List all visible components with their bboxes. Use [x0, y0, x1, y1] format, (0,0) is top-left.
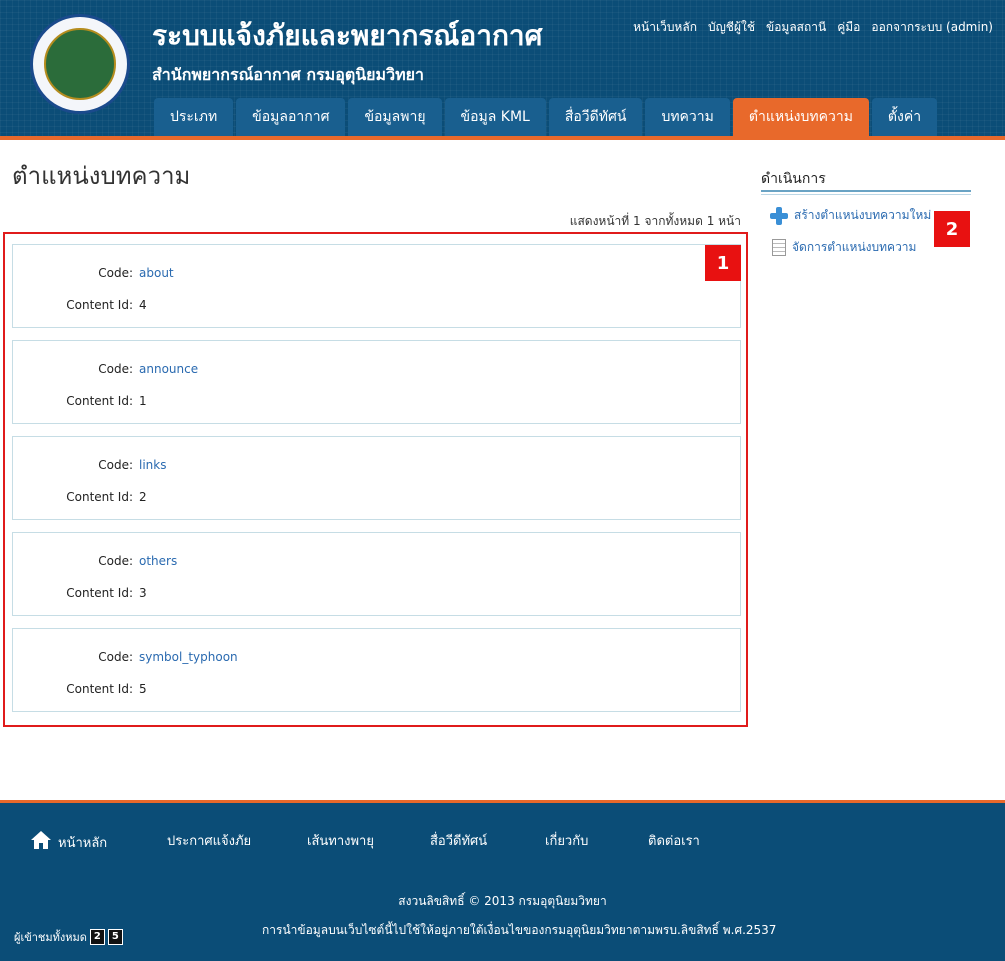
tab-settings[interactable]: ตั้งค่า [871, 98, 938, 136]
sidebar-item-create[interactable]: สร้างตำแหน่งบทความใหม่ [770, 206, 931, 225]
sidebar-item-manage[interactable]: จัดการตำแหน่งบทความ [772, 238, 916, 257]
copyright-text: สงวนลิขสิทธิ์ © 2013 กรมอุตุนิยมวิทยา [398, 894, 607, 908]
toplink-account[interactable]: บัญชีผู้ใช้ [708, 18, 755, 37]
visitor-counter: ผู้เข้าชมทั้งหมด 2 5 [14, 928, 123, 946]
annotation-badge-2: 2 [934, 211, 970, 247]
highlight-box-records [3, 232, 748, 727]
annotation-badge-1: 1 [705, 245, 741, 281]
home-icon [31, 831, 51, 849]
pager-summary: แสดงหน้าที่ 1 จากทั้งหมด 1 หน้า [569, 214, 741, 228]
footer-nav-warnings[interactable]: ประกาศแจ้งภัย [167, 830, 251, 851]
toplink-home[interactable]: หน้าเว็บหลัก [633, 18, 697, 37]
tab-kml-data[interactable]: ข้อมูล KML [444, 98, 546, 136]
site-footer: หน้าหลัก ประกาศแจ้งภัย เส้นทางพายุ สื่อว… [0, 803, 1005, 961]
page-title: ตำแหน่งบทความ [12, 162, 191, 190]
plus-icon [770, 206, 788, 225]
usage-notice: การนำข้อมูลบนเว็บไซต์นี้ไปใช้ให้อยู่ภายใ… [262, 923, 777, 937]
toplink-station[interactable]: ข้อมูลสถานี [766, 18, 826, 37]
tab-category[interactable]: ประเภท [154, 98, 234, 136]
department-logo[interactable] [30, 14, 130, 114]
footer-nav-home[interactable]: หน้าหลัก [30, 830, 107, 853]
sidebar-divider [761, 190, 971, 192]
sidebar-title: ดำเนินการ [761, 171, 826, 187]
site-header: ระบบแจ้งภัยและพยากรณ์อากาศ สำนักพยากรณ์อ… [0, 0, 1005, 136]
tab-storm-data[interactable]: ข้อมูลพายุ [348, 98, 442, 136]
tab-weather-data[interactable]: ข้อมูลอากาศ [236, 98, 346, 136]
footer-nav-contact[interactable]: ติดต่อเรา [648, 830, 700, 851]
sidebar-item-label: จัดการตำแหน่งบทความ [792, 240, 917, 254]
main-tabs: ประเภท ข้อมูลอากาศ ข้อมูลพายุ ข้อมูล KML… [154, 98, 938, 136]
tab-video[interactable]: สื่อวีดีทัศน์ [548, 98, 643, 136]
logo-emblem [44, 28, 116, 100]
footer-nav-about[interactable]: เกี่ยวกับ [545, 830, 588, 851]
footer-nav-label: หน้าหลัก [58, 836, 108, 851]
sidebar-divider-thin [761, 194, 971, 195]
document-list-icon [772, 239, 786, 256]
visitor-label: ผู้เข้าชมทั้งหมด [14, 931, 87, 944]
site-title: ระบบแจ้งภัยและพยากรณ์อากาศ [152, 19, 543, 52]
header-accent-bar [0, 136, 1005, 140]
toplink-logout[interactable]: ออกจากระบบ (admin) [871, 18, 993, 37]
tab-article-positions[interactable]: ตำแหน่งบทความ [732, 98, 869, 136]
footer-nav-video[interactable]: สื่อวีดีทัศน์ [430, 830, 487, 851]
sidebar-item-label: สร้างตำแหน่งบทความใหม่ [794, 208, 932, 222]
top-links: หน้าเว็บหลัก บัญชีผู้ใช้ ข้อมูลสถานี คู่… [633, 18, 993, 37]
visitor-digit: 5 [107, 929, 123, 945]
tab-articles[interactable]: บทความ [645, 98, 730, 136]
site-subtitle: สำนักพยากรณ์อากาศ กรมอุตุนิยมวิทยา [152, 65, 424, 84]
visitor-digit: 2 [89, 929, 105, 945]
toplink-manual[interactable]: คู่มือ [837, 18, 860, 37]
footer-nav-storm-tracks[interactable]: เส้นทางพายุ [307, 830, 374, 851]
